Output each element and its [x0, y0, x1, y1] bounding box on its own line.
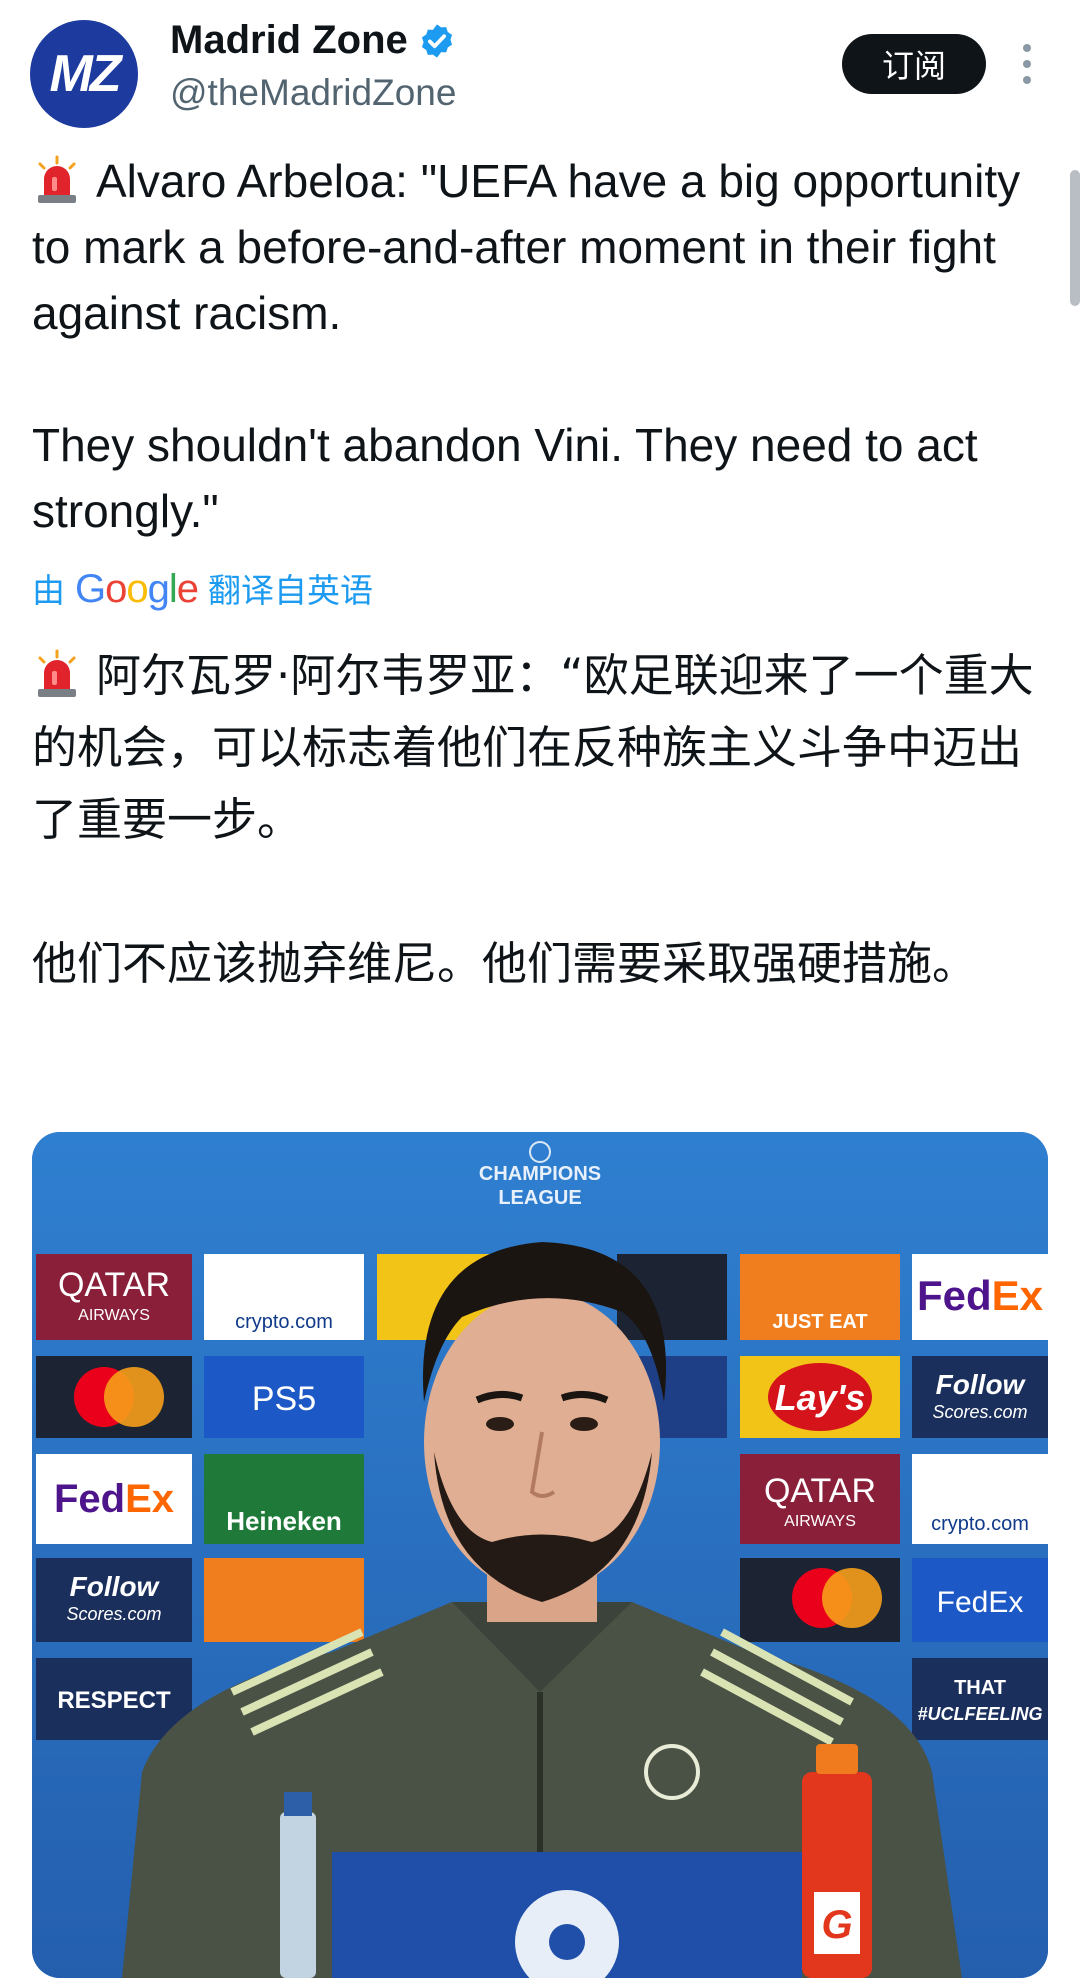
svg-text:AIRWAYS: AIRWAYS	[784, 1513, 856, 1530]
display-name[interactable]: Madrid Zone	[170, 18, 408, 63]
gatorade-bottle: G	[802, 1744, 872, 1978]
svg-text:QATAR: QATAR	[58, 1266, 170, 1304]
svg-text:JUST EAT: JUST EAT	[772, 1311, 867, 1333]
svg-text:Follow: Follow	[70, 1571, 161, 1602]
press-desk	[332, 1852, 802, 1978]
svg-text:AIRWAYS: AIRWAYS	[78, 1307, 150, 1324]
svg-text:Heineken: Heineken	[226, 1506, 342, 1536]
avatar-logo: MZ	[49, 45, 121, 103]
tweet-photo[interactable]: CHAMPIONS LEAGUE QATAR AIRWAYS crypto.co…	[32, 1132, 1048, 1978]
verified-badge-icon	[421, 23, 452, 58]
more-options-icon[interactable]	[1020, 44, 1034, 84]
translated-by-prefix: 由	[32, 571, 65, 610]
svg-text:FedEx: FedEx	[54, 1477, 174, 1521]
tweet-text-en: Alvaro Arbeloa: "UEFA have a big opportu…	[32, 155, 1021, 537]
translated-text: 阿尔瓦罗·阿尔韦罗亚：“欧足联迎来了一个重大的机会，可以标志着他们在反种族主义斗…	[32, 640, 1052, 1000]
google-logo: Google	[75, 567, 199, 611]
avatar[interactable]: MZ	[30, 20, 138, 128]
name-row: Madrid Zone	[170, 18, 456, 63]
svg-text:CHAMPIONS: CHAMPIONS	[479, 1163, 601, 1185]
tweet-text: Alvaro Arbeloa: "UEFA have a big opportu…	[32, 148, 1042, 544]
svg-text:#UCLFEELING: #UCLFEELING	[917, 1704, 1042, 1724]
svg-text:Scores.com: Scores.com	[66, 1604, 161, 1624]
siren-emoji-icon	[38, 649, 76, 697]
svg-text:Follow: Follow	[936, 1369, 1027, 1400]
translation-attribution[interactable]: 由 Google 翻译自英语	[32, 564, 373, 612]
siren-emoji-icon	[38, 155, 76, 203]
svg-text:G: G	[821, 1903, 852, 1947]
svg-text:LEAGUE: LEAGUE	[498, 1187, 581, 1209]
svg-text:THAT: THAT	[954, 1677, 1006, 1699]
tweet-text-zh: 阿尔瓦罗·阿尔韦罗亚：“欧足联迎来了一个重大的机会，可以标志着他们在反种族主义斗…	[32, 649, 1034, 990]
translated-by-suffix: 翻译自英语	[208, 571, 374, 610]
tweet-page: MZ Madrid Zone @theMadridZone 订阅 Alvaro …	[0, 0, 1080, 1983]
svg-text:QATAR: QATAR	[764, 1472, 876, 1510]
svg-text:PS5: PS5	[252, 1380, 316, 1418]
subscribe-button[interactable]: 订阅	[842, 34, 986, 94]
svg-text:RESPECT: RESPECT	[57, 1687, 171, 1714]
press-conference-photo: CHAMPIONS LEAGUE QATAR AIRWAYS crypto.co…	[32, 1132, 1048, 1978]
handle[interactable]: @theMadridZone	[170, 72, 456, 114]
svg-text:Scores.com: Scores.com	[932, 1402, 1027, 1422]
svg-text:crypto.com: crypto.com	[235, 1311, 333, 1333]
svg-text:FedEx: FedEx	[917, 1272, 1044, 1319]
svg-text:Lay's: Lay's	[775, 1377, 866, 1418]
svg-text:FedEx: FedEx	[937, 1586, 1024, 1619]
water-bottle	[280, 1792, 316, 1978]
svg-text:crypto.com: crypto.com	[931, 1513, 1029, 1535]
scrollbar[interactable]	[1070, 170, 1080, 306]
